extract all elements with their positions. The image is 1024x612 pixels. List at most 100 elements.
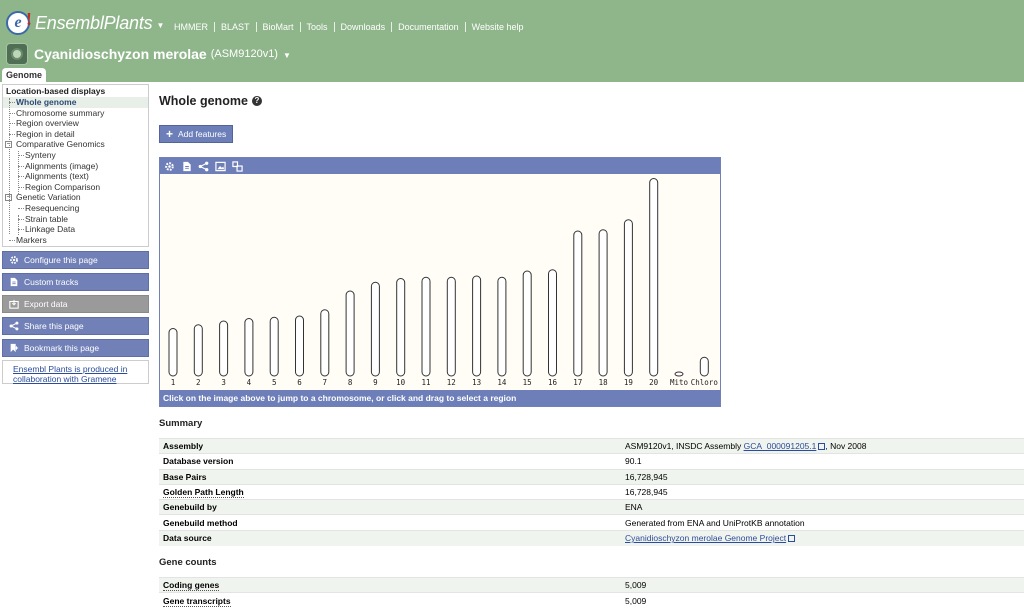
value-text: , Nov 2008 — [825, 441, 867, 452]
chromosome-10[interactable] — [396, 278, 406, 377]
topnav-link-hmmer[interactable]: HMMER — [168, 22, 215, 32]
topnav-link-biomart[interactable]: BioMart — [257, 22, 301, 32]
chromosome-13[interactable] — [472, 275, 482, 377]
sidebar-item-resequencing[interactable]: Resequencing — [3, 203, 148, 214]
chromosome-11[interactable] — [421, 276, 431, 377]
chromosome-2[interactable] — [193, 324, 203, 377]
tree-line — [9, 98, 10, 234]
sidebar-item-alignments-text[interactable]: Alignments (text) — [3, 171, 148, 182]
ensembl-logo-icon: e! — [6, 10, 32, 35]
configure-this-page-button[interactable]: Configure this page — [2, 251, 149, 269]
sidebar-actions: Configure this page Custom tracks Export d… — [2, 251, 149, 357]
chromosome-8[interactable] — [345, 290, 355, 377]
sidebar-item-linkage-data[interactable]: Linkage Data — [3, 224, 148, 235]
row-key-text[interactable]: Coding genes — [163, 580, 220, 592]
chevron-down-icon[interactable]: ▼ — [156, 21, 164, 30]
sidebar-item-label: Whole genome — [16, 97, 77, 107]
share-this-page-button[interactable]: Share this page — [2, 317, 149, 335]
gear-icon[interactable] — [163, 160, 176, 172]
sidebar-item-region-overview[interactable]: Region overview — [3, 118, 148, 129]
add-features-button[interactable]: + Add features — [159, 125, 233, 143]
sidebar-item-markers[interactable]: Markers — [3, 235, 148, 246]
sidebar-item-synteny[interactable]: Synteny — [3, 150, 148, 161]
chromosome-15[interactable] — [522, 270, 532, 377]
chromosome-18[interactable] — [598, 229, 608, 377]
chromosome-4[interactable] — [244, 318, 254, 377]
add-features-label: Add features — [178, 129, 227, 139]
share-icon[interactable] — [197, 160, 210, 172]
resize-icon[interactable] — [231, 160, 244, 172]
action-label: Bookmark this page — [24, 343, 100, 353]
chromosome-label: 15 — [523, 378, 532, 387]
chromosome-label: Chloro — [691, 378, 719, 387]
chromosome-label: 20 — [649, 378, 659, 387]
row-key: Coding genes — [159, 576, 621, 593]
custom-tracks-button[interactable]: Custom tracks — [2, 273, 149, 291]
chromosome-label: 9 — [373, 378, 378, 387]
tree-line — [18, 151, 19, 194]
topnav-link-tools[interactable]: Tools — [301, 22, 335, 32]
table-row: Genebuild by ENA — [159, 499, 1024, 515]
topnav-link-blast[interactable]: BLAST — [215, 22, 257, 32]
chevron-down-icon[interactable]: ▼ — [283, 51, 291, 60]
chromosome-6[interactable] — [295, 315, 304, 377]
chromosome-3[interactable] — [219, 320, 229, 377]
row-key: Data source — [159, 529, 621, 546]
value-text: 90.1 — [625, 456, 642, 467]
chromosome-16[interactable] — [548, 269, 557, 377]
external-link[interactable]: Cyanidioschyzon merolae Genome Project — [625, 533, 786, 543]
help-icon[interactable]: ? — [251, 96, 262, 106]
topnav-link-downloads[interactable]: Downloads — [335, 22, 393, 32]
tab-genome[interactable]: Genome — [2, 68, 46, 82]
row-key-text: Database version — [163, 456, 234, 467]
sidebar-item-genetic-variation[interactable]: − Genetic Variation — [3, 192, 148, 203]
sidebar-item-region-in-detail[interactable]: Region in detail — [3, 129, 148, 140]
chromosome-label: 7 — [323, 378, 328, 387]
sidebar-item-strain-table[interactable]: Strain table — [3, 214, 148, 225]
chromosome-9[interactable] — [370, 281, 380, 377]
sidebar-item-whole-genome[interactable]: Whole genome — [3, 97, 148, 108]
sidebar-item-label: Strain table — [25, 213, 68, 224]
tree-line — [18, 215, 19, 235]
row-key-text[interactable]: Golden Path Length — [163, 487, 244, 499]
chromosome-19[interactable] — [623, 219, 633, 377]
chromosome-label: 17 — [573, 378, 582, 387]
chromosome-20[interactable] — [649, 178, 659, 377]
karyotype-chart[interactable]: 1 2 3 4 5 6 7 8 9 10 11 12 13 14 15 16 17 18 19 20 Mito Chlor… — [160, 174, 720, 390]
topnav-link-documentation[interactable]: Documentation — [392, 22, 466, 32]
sidebar-item-chromosome-summary[interactable]: Chromosome summary — [3, 108, 148, 119]
chromosome-label: 1 — [171, 378, 176, 387]
image-export-icon[interactable] — [214, 160, 227, 172]
topnav-link-website-help[interactable]: Website help — [466, 22, 530, 32]
chromosome-17[interactable] — [573, 230, 583, 377]
sidebar-item-comparative-genomics[interactable]: − Comparative Genomics — [3, 139, 148, 150]
species-assembly: (ASM9120v1) — [210, 48, 278, 60]
chromosome-chloro[interactable] — [699, 356, 709, 377]
chromosome-label: 4 — [247, 378, 252, 387]
species-name[interactable]: Cyanidioschyzon merolae — [34, 46, 207, 62]
row-value: Cyanidioschyzon merolae Genome Project — [621, 529, 1024, 546]
sidebar-item-label: Genetic Variation — [16, 192, 81, 203]
karyotype-footer: Click on the image above to jump to a ch… — [160, 390, 720, 406]
sidebar-item-alignments-image[interactable]: Alignments (image) — [3, 161, 148, 172]
chromosome-7[interactable] — [320, 309, 330, 377]
bookmark-this-page-button[interactable]: Bookmark this page — [2, 339, 149, 357]
chromosome-label: 16 — [548, 378, 558, 387]
brand-logo[interactable]: e! EnsemblPlants ▼ — [6, 10, 164, 36]
sidebar-item-label: Region Comparison — [25, 181, 101, 192]
chromosome-mito[interactable] — [674, 371, 684, 377]
collaboration-link[interactable]: Ensembl Plants is produced in — [13, 364, 148, 374]
chromosome-12[interactable] — [446, 276, 456, 377]
chromosome-5[interactable] — [269, 316, 279, 377]
chromosome-14[interactable] — [497, 276, 507, 377]
custom-tracks-icon[interactable] — [180, 160, 193, 172]
row-key-text[interactable]: Gene transcripts — [163, 595, 231, 607]
location-nav: Location-based displays Whole genome Chro… — [2, 84, 149, 247]
sidebar-item-label: Linkage Data — [25, 224, 76, 235]
external-link[interactable]: GCA_000091205.1 — [744, 441, 817, 451]
collaboration-link[interactable]: collaboration with Gramene — [13, 374, 148, 384]
row-key-text: Base Pairs — [163, 471, 207, 482]
chromosome-1[interactable] — [168, 328, 178, 377]
export-data-button[interactable]: Export data — [2, 295, 149, 313]
sidebar-item-region-comparison[interactable]: Region Comparison — [3, 182, 148, 193]
